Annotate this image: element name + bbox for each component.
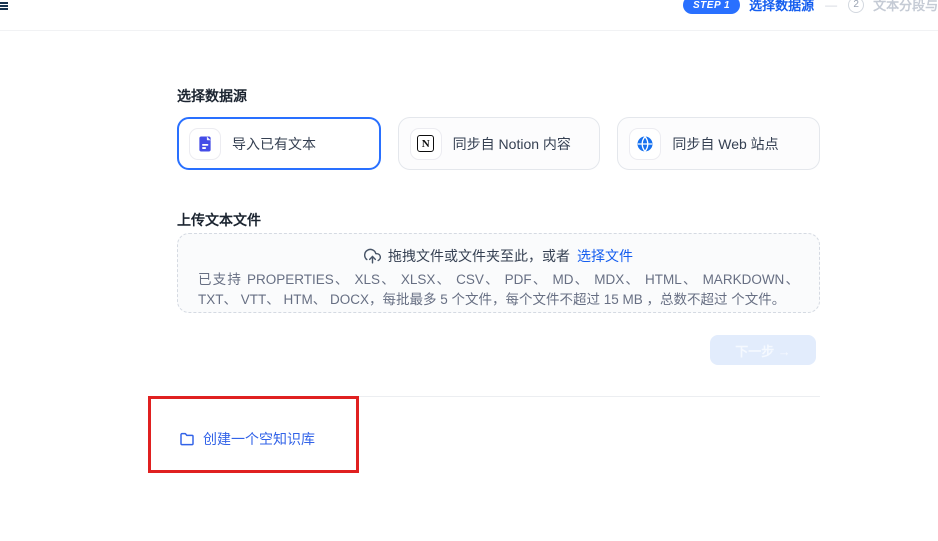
- browse-files-link[interactable]: 选择文件: [577, 246, 633, 266]
- folder-icon: [179, 431, 195, 447]
- card-import-text[interactable]: 导入已有文本: [177, 117, 381, 170]
- create-empty-kb-label: 创建一个空知识库: [203, 429, 315, 449]
- step2-label: 文本分段与清洗: [873, 0, 938, 14]
- card-sync-notion-label: 同步自 Notion 内容: [453, 134, 571, 154]
- datasource-cards: 导入已有文本 N 同步自 Notion 内容 同步自 Web 站点: [177, 117, 820, 170]
- file-dropzone[interactable]: 拖拽文件或文件夹至此，或者 选择文件 已支持 PROPERTIES、 XLS、 …: [177, 233, 820, 313]
- file-text-icon: [189, 128, 221, 160]
- dropzone-instruction: 拖拽文件或文件夹至此，或者: [388, 246, 570, 266]
- step-separator: —: [825, 0, 837, 12]
- upload-heading: 上传文本文件: [177, 210, 261, 230]
- step-indicator: STEP 1 选择数据源 — 2 文本分段与清洗: [683, 0, 938, 15]
- next-step-button[interactable]: 下一步 →: [710, 335, 816, 365]
- card-import-text-label: 导入已有文本: [232, 134, 316, 154]
- notion-icon: N: [410, 128, 442, 160]
- dropzone-hint: 已支持 PROPERTIES、 XLS、 XLSX、 CSV、 PDF、 MD、…: [198, 270, 799, 309]
- top-header-bar: STEP 1 选择数据源 — 2 文本分段与清洗: [0, 0, 938, 31]
- create-empty-kb-link[interactable]: 创建一个空知识库: [179, 429, 315, 449]
- globe-icon: [629, 128, 661, 160]
- create-knowledge-base-page: STEP 1 选择数据源 — 2 文本分段与清洗 选择数据源 导入已有文本 N: [0, 0, 938, 541]
- card-sync-web-label: 同步自 Web 站点: [672, 134, 778, 154]
- step1-label: 选择数据源: [749, 0, 814, 14]
- step2-number: 2: [848, 0, 864, 13]
- card-sync-notion[interactable]: N 同步自 Notion 内容: [398, 117, 601, 170]
- datasource-heading: 选择数据源: [177, 86, 247, 106]
- card-sync-web[interactable]: 同步自 Web 站点: [617, 117, 820, 170]
- upload-cloud-icon: [364, 248, 381, 265]
- menu-icon[interactable]: [0, 2, 8, 14]
- step1-badge: STEP 1: [683, 0, 740, 14]
- section-divider: [177, 396, 820, 397]
